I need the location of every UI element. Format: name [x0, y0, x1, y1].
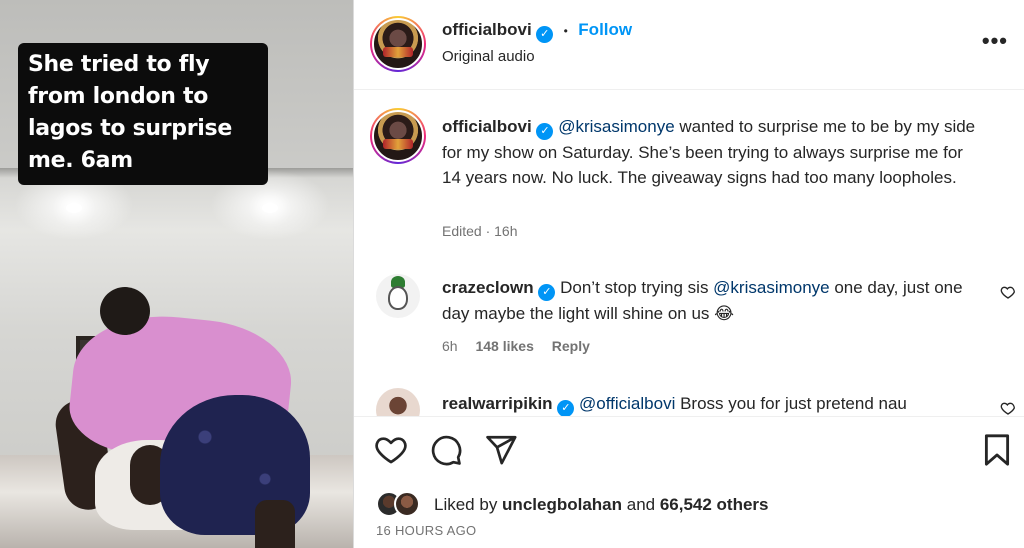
- liker-username[interactable]: unclegbolahan: [502, 495, 622, 514]
- commenter-avatar[interactable]: [376, 274, 420, 318]
- comment-mention-link[interactable]: @krisasimonye: [713, 278, 829, 297]
- profile-avatar[interactable]: [370, 16, 426, 72]
- verified-badge-icon: ✓: [536, 26, 554, 43]
- comment-username[interactable]: crazeclown: [442, 278, 534, 297]
- post-header: officialbovi ✓ • Follow Original audio •…: [354, 0, 1024, 90]
- commenter-avatar[interactable]: [376, 388, 420, 416]
- bookmark-icon[interactable]: [982, 433, 1012, 472]
- post-timestamp: 16 HOURS AGO: [376, 523, 477, 538]
- caption-mention-link[interactable]: @krisasimonye: [558, 117, 674, 136]
- video-player[interactable]: She tried to fly from london to lagos to…: [0, 0, 353, 548]
- caption-avatar[interactable]: [370, 108, 426, 164]
- verified-badge-icon: ✓: [557, 400, 575, 416]
- heart-icon[interactable]: [374, 433, 408, 472]
- reply-button[interactable]: Reply: [552, 338, 590, 354]
- video-caption: She tried to fly from london to lagos to…: [18, 43, 268, 185]
- verified-badge-icon: ✓: [538, 284, 556, 301]
- post-actions: Liked by unclegbolahan and 66,542 others…: [354, 416, 1024, 548]
- send-icon[interactable]: [484, 433, 518, 472]
- comment-username[interactable]: realwarripikin: [442, 394, 553, 413]
- liker-avatar[interactable]: [394, 491, 420, 517]
- audio-label[interactable]: Original audio: [442, 48, 535, 65]
- caption-meta: Edited · 16h: [442, 223, 518, 239]
- comment-item: realwarripikin ✓ @officialbovi Bross you…: [354, 388, 1024, 416]
- follow-button[interactable]: Follow: [578, 20, 632, 39]
- comment-time: 6h: [442, 338, 458, 354]
- likes-count-link[interactable]: 66,542 others: [660, 495, 769, 514]
- more-horizontal-icon[interactable]: •••: [982, 28, 1008, 54]
- verified-badge-icon: ✓: [536, 123, 554, 140]
- header-username[interactable]: officialbovi: [442, 20, 532, 39]
- caption-username[interactable]: officialbovi: [442, 117, 532, 136]
- likes-summary: Liked by unclegbolahan and 66,542 others: [376, 491, 996, 519]
- comment-like-heart-icon[interactable]: [1000, 400, 1016, 416]
- comment-likes-count[interactable]: 148 likes: [475, 338, 533, 354]
- comment-mention-link[interactable]: @officialbovi: [579, 394, 675, 413]
- comment-icon[interactable]: [429, 433, 463, 472]
- comment-item: crazeclown ✓ Don’t stop trying sis @kris…: [354, 274, 1024, 364]
- post-caption: officialbovi ✓ @krisasimonye wanted to s…: [354, 106, 1024, 246]
- comment-like-heart-icon[interactable]: [1000, 284, 1016, 305]
